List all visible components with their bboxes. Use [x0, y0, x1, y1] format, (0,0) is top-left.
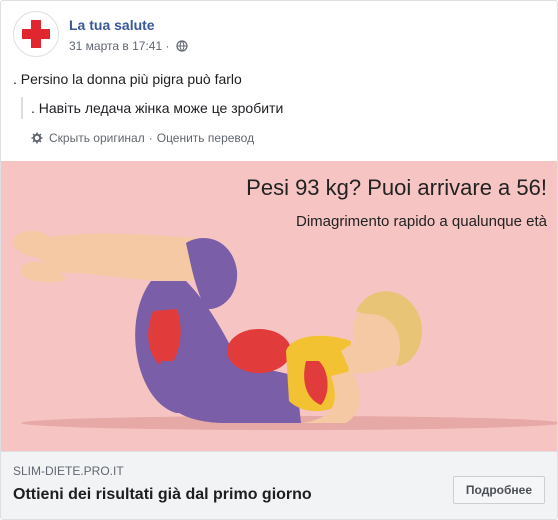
learn-more-button[interactable]: Подробнее	[452, 476, 545, 504]
ad-subheadline: Dimagrimento rapido a qualunque età	[296, 213, 547, 230]
post-meta: 31 марта в 17:41 ·	[69, 39, 188, 53]
post-timestamp[interactable]: 31 марта в 17:41	[69, 39, 162, 53]
globe-icon	[176, 40, 188, 52]
ad-image[interactable]: Pesi 93 kg? Puoi arrivare a 56! Dimagrim…	[1, 161, 557, 451]
actions-separator: ·	[148, 131, 153, 145]
translation-actions: Скрыть оригинал · Оценить перевод	[31, 131, 254, 145]
woman-doing-crunches-illustration	[12, 230, 557, 430]
link-title[interactable]: Ottieni dei risultati già dal primo gior…	[13, 486, 312, 504]
link-preview[interactable]: SLIM-DIETE.PRO.IT Ottieni dei risultati …	[1, 451, 557, 519]
red-cross-icon	[22, 20, 50, 48]
meta-separator: ·	[165, 39, 170, 53]
ad-post: La tua salute 31 марта в 17:41 · . Persi…	[0, 0, 558, 520]
ad-headline: Pesi 93 kg? Puoi arrivare a 56!	[246, 175, 547, 200]
link-domain: SLIM-DIETE.PRO.IT	[13, 464, 124, 478]
gear-icon[interactable]	[31, 132, 43, 144]
post-text: . Persino la donna più pigra può farlo	[13, 71, 242, 87]
rate-translation-link[interactable]: Оценить перевод	[157, 131, 254, 145]
hide-original-link[interactable]: Скрыть оригинал	[49, 131, 145, 145]
page-name[interactable]: La tua salute	[69, 17, 155, 33]
avatar[interactable]	[13, 11, 59, 57]
translated-text: . Навіть ледача жінка може це зробити	[21, 97, 283, 119]
